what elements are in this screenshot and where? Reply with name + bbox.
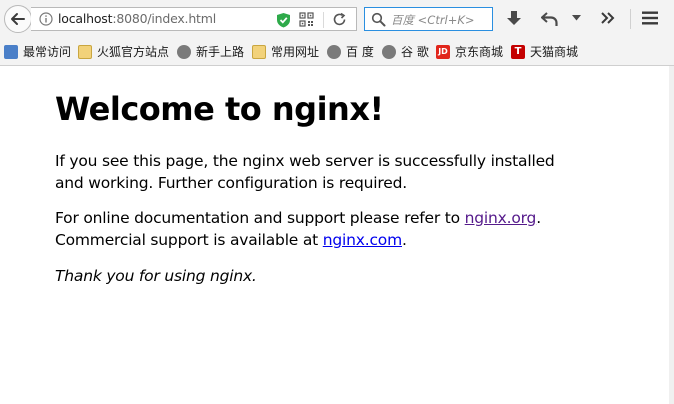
overflow-chevron-icon[interactable] — [600, 10, 616, 26]
support-text-2: . — [536, 209, 541, 227]
search-bar[interactable]: 百度 <Ctrl+K> — [364, 7, 493, 31]
back-button[interactable] — [4, 5, 32, 33]
bookmark-label: 谷 歌 — [401, 45, 429, 59]
window-edge — [669, 66, 674, 404]
most-visited-icon — [4, 45, 18, 59]
navigation-toolbar: localhost:8080/index.html 百度 <Ctrl+K> — [0, 0, 674, 38]
url-path: :8080/index.html — [112, 11, 216, 26]
globe-icon — [177, 45, 191, 59]
support-text-1: For online documentation and support ple… — [55, 209, 465, 227]
qr-code-icon[interactable] — [299, 12, 314, 27]
bookmarks-bar: 最常访问 火狐官方站点 新手上路 常用网址 百 度 谷 歌 JD 京东商城 T … — [0, 38, 674, 66]
url-bar[interactable]: localhost:8080/index.html — [31, 7, 357, 31]
url-text[interactable]: localhost:8080/index.html — [58, 11, 216, 26]
jd-icon: JD — [436, 45, 450, 59]
browser-window: localhost:8080/index.html 百度 <Ctrl+K> 最常… — [0, 0, 674, 404]
intro-paragraph: If you see this page, the nginx web serv… — [55, 152, 555, 192]
reload-icon[interactable] — [332, 12, 347, 27]
bookmark-label: 新手上路 — [196, 45, 245, 59]
download-icon[interactable] — [505, 10, 523, 28]
chevron-down-icon[interactable] — [572, 15, 581, 21]
bookmark-label: 常用网址 — [271, 45, 320, 59]
thanks-paragraph: Thank you for using nginx. — [55, 267, 257, 285]
support-text-4: . — [401, 231, 407, 249]
search-icon[interactable] — [371, 12, 386, 27]
tracking-shield-icon[interactable] — [276, 12, 291, 28]
undo-arrow-icon[interactable] — [541, 10, 559, 28]
bookmark-label: 天猫商城 — [530, 45, 579, 59]
url-host: localhost — [58, 11, 113, 26]
globe-icon — [327, 45, 341, 59]
folder-icon — [78, 45, 92, 59]
support-text-3: Commercial support is available at — [55, 231, 323, 249]
hamburger-menu-icon[interactable] — [641, 10, 659, 26]
support-paragraph: For online documentation and support ple… — [55, 207, 575, 251]
folder-icon — [252, 45, 266, 59]
bookmark-label: 百 度 — [346, 45, 374, 59]
bookmark-label: 京东商城 — [455, 45, 504, 59]
tmall-icon: T — [511, 45, 525, 59]
back-arrow-icon — [11, 13, 25, 25]
bookmark-label: 最常访问 — [23, 45, 72, 59]
nginx-com-link[interactable]: nginx.com — [323, 231, 402, 249]
url-bar-divider — [323, 12, 324, 28]
nginx-org-link[interactable]: nginx.org — [465, 209, 537, 227]
search-placeholder: 百度 <Ctrl+K> — [391, 13, 475, 27]
page-content: Welcome to nginx! If you see this page, … — [0, 66, 670, 404]
globe-icon — [382, 45, 396, 59]
page-title: Welcome to nginx! — [55, 90, 384, 128]
bookmark-label: 火狐官方站点 — [97, 45, 170, 59]
info-icon[interactable] — [39, 12, 53, 26]
toolbar-divider — [630, 9, 631, 29]
